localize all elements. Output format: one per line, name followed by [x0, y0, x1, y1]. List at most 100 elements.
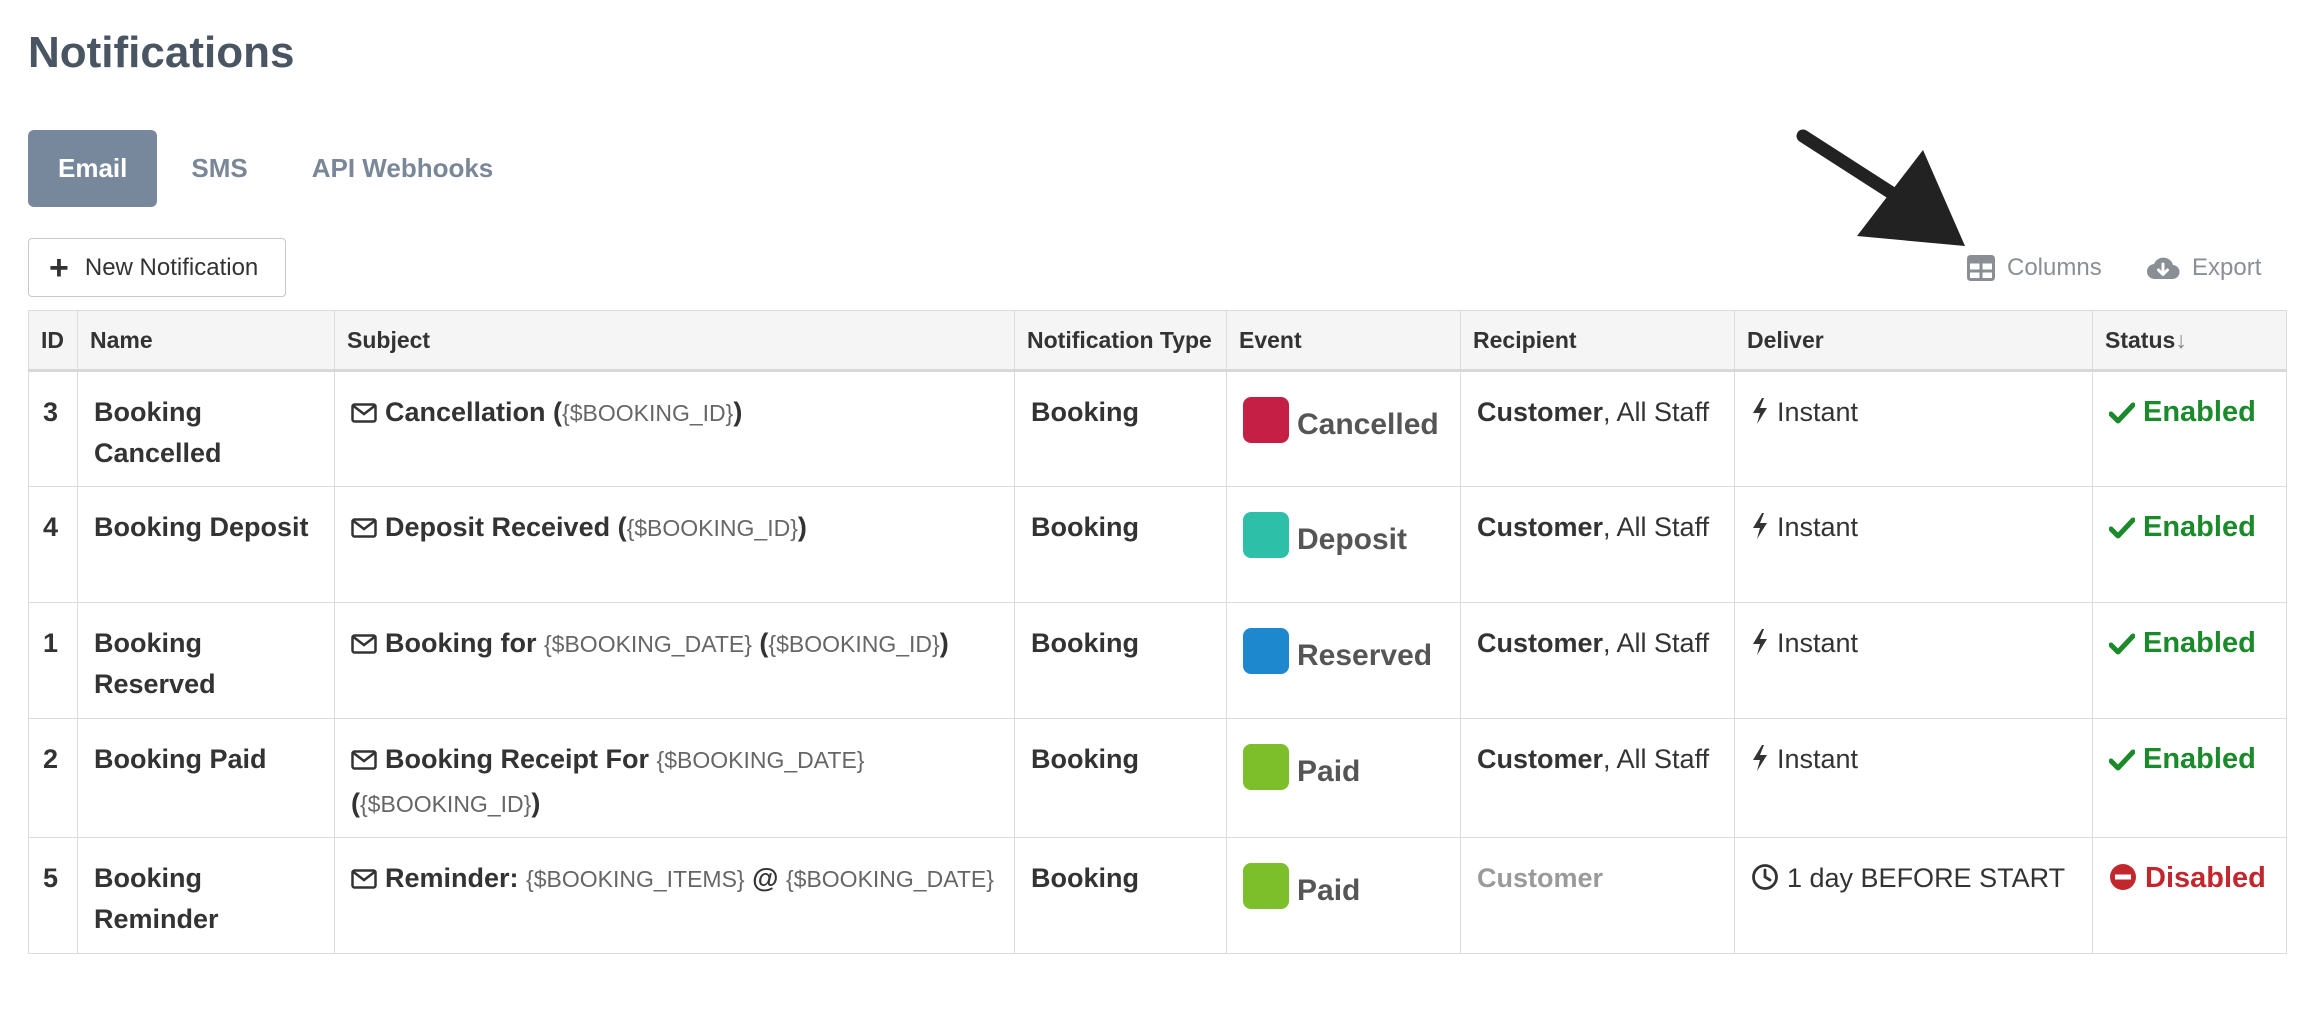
subject-text: Deposit Received (: [385, 512, 627, 542]
cell-name[interactable]: Booking Reserved: [77, 602, 335, 719]
cell-name[interactable]: Booking Reminder: [77, 837, 335, 954]
subject-text: @: [744, 863, 786, 893]
recipient-text: Customer: [1477, 863, 1604, 893]
recipient-text: , All Staff: [1603, 744, 1710, 774]
header-notification-type[interactable]: Notification Type: [1014, 310, 1227, 372]
status-label: Enabled: [2143, 511, 2256, 543]
header-id[interactable]: ID: [28, 310, 78, 372]
table-row[interactable]: 1 Booking Reserved Booking for {$BOOKING_D…: [28, 602, 2287, 719]
cell-subject: Booking for {$BOOKING_DATE} ({$BOOKING_I…: [334, 602, 1015, 719]
status-label: Enabled: [2143, 627, 2256, 659]
subject-variable: {$BOOKING_ID}: [768, 631, 940, 657]
cell-name[interactable]: Booking Cancelled: [77, 370, 335, 487]
recipient-text: , All Staff: [1603, 628, 1710, 658]
envelope-icon: [351, 861, 377, 902]
subject-text: ): [939, 628, 949, 658]
cell-subject: Reminder: {$BOOKING_ITEMS} @ {$BOOKING_D…: [334, 837, 1015, 954]
deliver-label: Instant: [1777, 397, 1859, 427]
cell-deliver: 1 day BEFORE START: [1734, 837, 2093, 954]
event-label: Paid: [1297, 755, 1361, 788]
cell-id: 5: [28, 837, 78, 954]
tab-api-webhooks[interactable]: API Webhooks: [282, 130, 524, 207]
cell-notification-type: Booking: [1014, 718, 1227, 838]
cell-deliver: Instant: [1734, 486, 2093, 603]
table-columns-icon: [1967, 255, 1995, 281]
cell-name[interactable]: Booking Paid: [77, 718, 335, 838]
subject-variable: {$BOOKING_DATE}: [785, 866, 994, 892]
subject-variable: {$BOOKING_ITEMS}: [526, 866, 745, 892]
cell-status: Enabled: [2092, 486, 2287, 603]
header-subject[interactable]: Subject: [334, 310, 1015, 372]
event-color-swatch: [1243, 627, 1289, 674]
deliver-label: Instant: [1777, 512, 1859, 542]
status-label: Enabled: [2143, 743, 2256, 775]
bolt-icon: [1751, 396, 1769, 437]
tab-email[interactable]: Email: [28, 130, 158, 207]
deliver-label: 1 day BEFORE START: [1787, 863, 2066, 893]
event-color-swatch: [1243, 743, 1289, 790]
cell-notification-type: Booking: [1014, 370, 1227, 487]
table-row[interactable]: 4 Booking Deposit Deposit Received ({$BOOK…: [28, 486, 2287, 603]
recipient-text: Customer: [1477, 397, 1604, 427]
columns-button[interactable]: Columns: [1967, 250, 2102, 286]
new-notification-label: New Notification: [84, 253, 259, 281]
sort-arrow-icon: ↓: [2175, 326, 2187, 353]
cell-status: Enabled: [2092, 602, 2287, 719]
new-notification-button[interactable]: + New Notification: [28, 238, 286, 297]
bolt-icon: [1751, 511, 1769, 552]
header-deliver[interactable]: Deliver: [1734, 310, 2093, 372]
cell-event: Cancelled: [1226, 370, 1461, 487]
cell-recipient: Customer, All Staff: [1460, 486, 1735, 603]
event-label: Cancelled: [1297, 408, 1439, 441]
recipient-text: Customer: [1477, 744, 1604, 774]
cell-name[interactable]: Booking Deposit: [77, 486, 335, 603]
tab-sms[interactable]: SMS: [161, 130, 277, 207]
recipient-text: , All Staff: [1603, 397, 1710, 427]
header-status[interactable]: Status↓: [2092, 310, 2287, 372]
envelope-icon: [351, 510, 377, 551]
subject-variable: {$BOOKING_ID}: [360, 791, 532, 817]
event-label: Deposit: [1297, 523, 1408, 556]
cell-recipient: Customer, All Staff: [1460, 718, 1735, 838]
cell-id: 1: [28, 602, 78, 719]
envelope-icon: [351, 395, 377, 436]
header-event[interactable]: Event: [1226, 310, 1461, 372]
cell-recipient: Customer: [1460, 837, 1735, 954]
check-icon: [2108, 396, 2136, 437]
arrow-annotation-icon: [1796, 129, 1965, 246]
notifications-table: ID Name Subject Notification Type Event …: [28, 310, 2287, 954]
check-icon: [2108, 511, 2136, 552]
cell-event: Paid: [1226, 718, 1461, 838]
subject-text: ): [531, 788, 541, 818]
subject-variable: {$BOOKING_ID}: [562, 400, 734, 426]
recipient-text: Customer: [1477, 512, 1604, 542]
status-label: Enabled: [2143, 396, 2256, 428]
cell-subject: Deposit Received ({$BOOKING_ID}): [334, 486, 1015, 603]
event-color-swatch: [1243, 862, 1289, 909]
table-row[interactable]: 5 Booking Reminder Reminder: {$BOOKING_ITE…: [28, 837, 2287, 954]
header-name[interactable]: Name: [77, 310, 335, 372]
subject-text: (: [351, 788, 360, 818]
cell-id: 3: [28, 370, 78, 487]
cell-event: Deposit: [1226, 486, 1461, 603]
table-row[interactable]: 3 Booking Cancelled Cancellation ({$BOOKIN…: [28, 370, 2287, 487]
cell-deliver: Instant: [1734, 370, 2093, 487]
deliver-label: Instant: [1777, 628, 1859, 658]
subject-text: ): [797, 512, 807, 542]
cell-status: Enabled: [2092, 370, 2287, 487]
subject-text: (: [751, 628, 769, 658]
subject-text: Booking Receipt For: [385, 744, 657, 774]
table-row[interactable]: 2 Booking Paid Booking Receipt For {$BOOKI…: [28, 718, 2287, 838]
event-color-swatch: [1243, 396, 1289, 443]
notification-tabs: Email SMS API Webhooks: [28, 130, 527, 207]
cell-deliver: Instant: [1734, 718, 2093, 838]
header-status-label: Status: [2105, 326, 2176, 353]
subject-text: ): [733, 397, 743, 427]
export-button[interactable]: Export: [2146, 250, 2261, 286]
header-recipient[interactable]: Recipient: [1460, 310, 1735, 372]
cell-recipient: Customer, All Staff: [1460, 602, 1735, 719]
event-label: Paid: [1297, 874, 1361, 907]
cell-notification-type: Booking: [1014, 486, 1227, 603]
cell-deliver: Instant: [1734, 602, 2093, 719]
cell-recipient: Customer, All Staff: [1460, 370, 1735, 487]
